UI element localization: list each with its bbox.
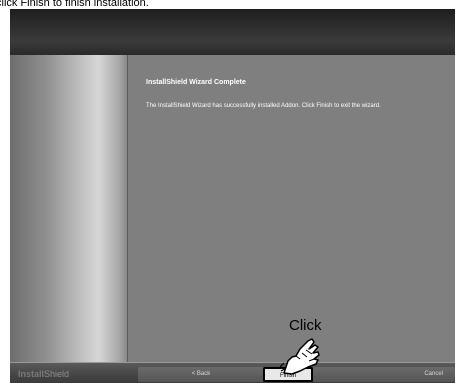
instruction-caption: click Finish to finish installation.	[0, 0, 149, 9]
title-bar	[10, 9, 455, 55]
content-area: InstallShield Wizard Complete The Instal…	[128, 55, 455, 362]
button-bar: InstallShield < Back Finish Cancel	[10, 362, 455, 383]
cancel-button[interactable]: Cancel	[313, 367, 455, 382]
installshield-logo: InstallShield	[18, 369, 69, 379]
brand-part1: Install	[18, 369, 45, 379]
back-button[interactable]: < Back	[138, 367, 264, 382]
pointing-hand-icon	[279, 338, 320, 375]
brand-part2: Shield	[44, 369, 70, 379]
side-banner	[10, 55, 128, 362]
wizard-message: The InstallShield Wizard has successfull…	[146, 103, 381, 109]
installer-window: InstallShield Wizard Complete The Instal…	[10, 9, 455, 383]
wizard-heading: InstallShield Wizard Complete	[146, 79, 246, 86]
click-annotation: Click	[289, 317, 322, 334]
